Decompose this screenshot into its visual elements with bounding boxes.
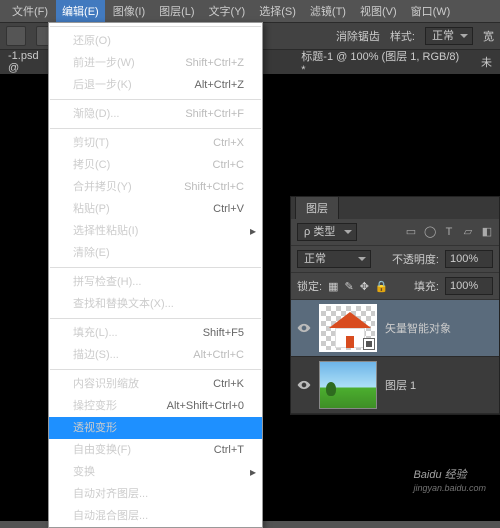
menu-edit[interactable]: 编辑(E) xyxy=(56,0,105,22)
lock-label: 锁定: xyxy=(297,278,322,294)
opacity-input[interactable]: 100% xyxy=(445,250,493,268)
filter-adjust-icon[interactable]: ◯ xyxy=(424,226,436,238)
menu-item: 自动对齐图层... xyxy=(49,483,262,505)
fill-label: 填充: xyxy=(414,278,439,294)
menu-item[interactable]: 填充(L)...Shift+F5 xyxy=(49,322,262,344)
menu-bar: 文件(F) 编辑(E) 图像(I) 图层(L) 文字(Y) 选择(S) 滤镜(T… xyxy=(0,0,500,22)
layer-thumb[interactable] xyxy=(319,304,377,352)
menu-filter[interactable]: 滤镜(T) xyxy=(304,0,352,22)
filter-smart-icon[interactable]: ◧ xyxy=(481,226,493,238)
menu-select[interactable]: 选择(S) xyxy=(253,0,302,22)
width-label: 宽 xyxy=(483,28,494,44)
blend-row: 正常 不透明度: 100% xyxy=(291,246,499,273)
filter-shape-icon[interactable]: ▱ xyxy=(462,226,474,238)
menu-item: 清除(E) xyxy=(49,242,262,264)
menu-item: 自动混合图层... xyxy=(49,505,262,527)
menu-item: 前进一步(W)Shift+Ctrl+Z xyxy=(49,52,262,74)
menu-item: 拼写检查(H)... xyxy=(49,271,262,293)
visibility-icon[interactable] xyxy=(297,378,311,392)
kind-filter[interactable]: ρ 类型 xyxy=(297,223,357,241)
layer-name[interactable]: 矢量智能对象 xyxy=(385,320,451,336)
layer-list: 矢量智能对象 图层 1 xyxy=(291,300,499,414)
doc-tab-3[interactable]: 未 xyxy=(481,54,492,70)
menu-item: 渐隐(D)...Shift+Ctrl+F xyxy=(49,103,262,125)
menu-item: 剪切(T)Ctrl+X xyxy=(49,132,262,154)
menu-item[interactable]: 操控变形Alt+Shift+Ctrl+0 xyxy=(49,395,262,417)
layers-tab[interactable]: 图层 xyxy=(295,196,339,219)
style-select[interactable]: 正常 xyxy=(425,27,473,45)
layer-row[interactable]: 矢量智能对象 xyxy=(291,300,499,357)
layers-panel: 图层 ρ 类型 ▭ ◯ T ▱ ◧ 正常 不透明度: 100% 锁定: ▦ ✎ … xyxy=(290,196,500,415)
menu-item[interactable]: 内容识别缩放Ctrl+K xyxy=(49,373,262,395)
blend-mode-select[interactable]: 正常 xyxy=(297,250,371,268)
lock-all-icon[interactable]: 🔒 xyxy=(375,280,389,293)
lock-row: 锁定: ▦ ✎ ✥ 🔒 填充: 100% xyxy=(291,273,499,300)
layer-row[interactable]: 图层 1 xyxy=(291,357,499,414)
smart-object-badge xyxy=(363,338,375,350)
anti-alias-label: 消除锯齿 xyxy=(336,28,380,44)
tool-icon[interactable] xyxy=(6,26,26,46)
doc-tab-2[interactable]: 标题-1 @ 100% (图层 1, RGB/8) * xyxy=(301,48,461,76)
lock-move-icon[interactable]: ✥ xyxy=(360,280,369,293)
panel-tabs: 图层 xyxy=(291,197,499,219)
visibility-icon[interactable] xyxy=(297,321,311,335)
lock-trans-icon[interactable]: ▦ xyxy=(328,280,338,293)
menu-item[interactable]: 粘贴(P)Ctrl+V xyxy=(49,198,262,220)
fill-input[interactable]: 100% xyxy=(445,277,493,295)
edit-dropdown: 还原(O)前进一步(W)Shift+Ctrl+Z后退一步(K)Alt+Ctrl+… xyxy=(48,22,263,528)
filter-icons: ▭ ◯ T ▱ ◧ xyxy=(405,226,493,238)
menu-view[interactable]: 视图(V) xyxy=(354,0,403,22)
filter-type-icon[interactable]: T xyxy=(443,226,455,238)
menu-item[interactable]: 自由变换(F)Ctrl+T xyxy=(49,439,262,461)
menu-item[interactable]: 后退一步(K)Alt+Ctrl+Z xyxy=(49,74,262,96)
menu-item[interactable]: 变换 xyxy=(49,461,262,483)
menu-item: 还原(O) xyxy=(49,30,262,52)
lock-paint-icon[interactable]: ✎ xyxy=(344,280,353,293)
menu-item: 拷贝(C)Ctrl+C xyxy=(49,154,262,176)
layer-filter-row: ρ 类型 ▭ ◯ T ▱ ◧ xyxy=(291,219,499,246)
menu-type[interactable]: 文字(Y) xyxy=(203,0,252,22)
filter-pixel-icon[interactable]: ▭ xyxy=(405,226,417,238)
menu-item[interactable]: 选择性粘贴(I) xyxy=(49,220,262,242)
menu-item: 查找和替换文本(X)... xyxy=(49,293,262,315)
opacity-label: 不透明度: xyxy=(392,251,439,267)
menu-image[interactable]: 图像(I) xyxy=(107,0,151,22)
menu-layer[interactable]: 图层(L) xyxy=(153,0,200,22)
menu-window[interactable]: 窗口(W) xyxy=(405,0,457,22)
layer-name[interactable]: 图层 1 xyxy=(385,377,416,393)
doc-tab-1[interactable]: -1.psd @ xyxy=(8,50,51,74)
menu-item: 描边(S)...Alt+Ctrl+C xyxy=(49,344,262,366)
layer-thumb[interactable] xyxy=(319,361,377,409)
menu-item[interactable]: 透视变形 xyxy=(49,417,262,439)
menu-file[interactable]: 文件(F) xyxy=(6,0,54,22)
menu-item: 合并拷贝(Y)Shift+Ctrl+C xyxy=(49,176,262,198)
style-label: 样式: xyxy=(390,28,415,44)
watermark: Baidu 经验jingyan.baidu.com xyxy=(413,462,486,493)
